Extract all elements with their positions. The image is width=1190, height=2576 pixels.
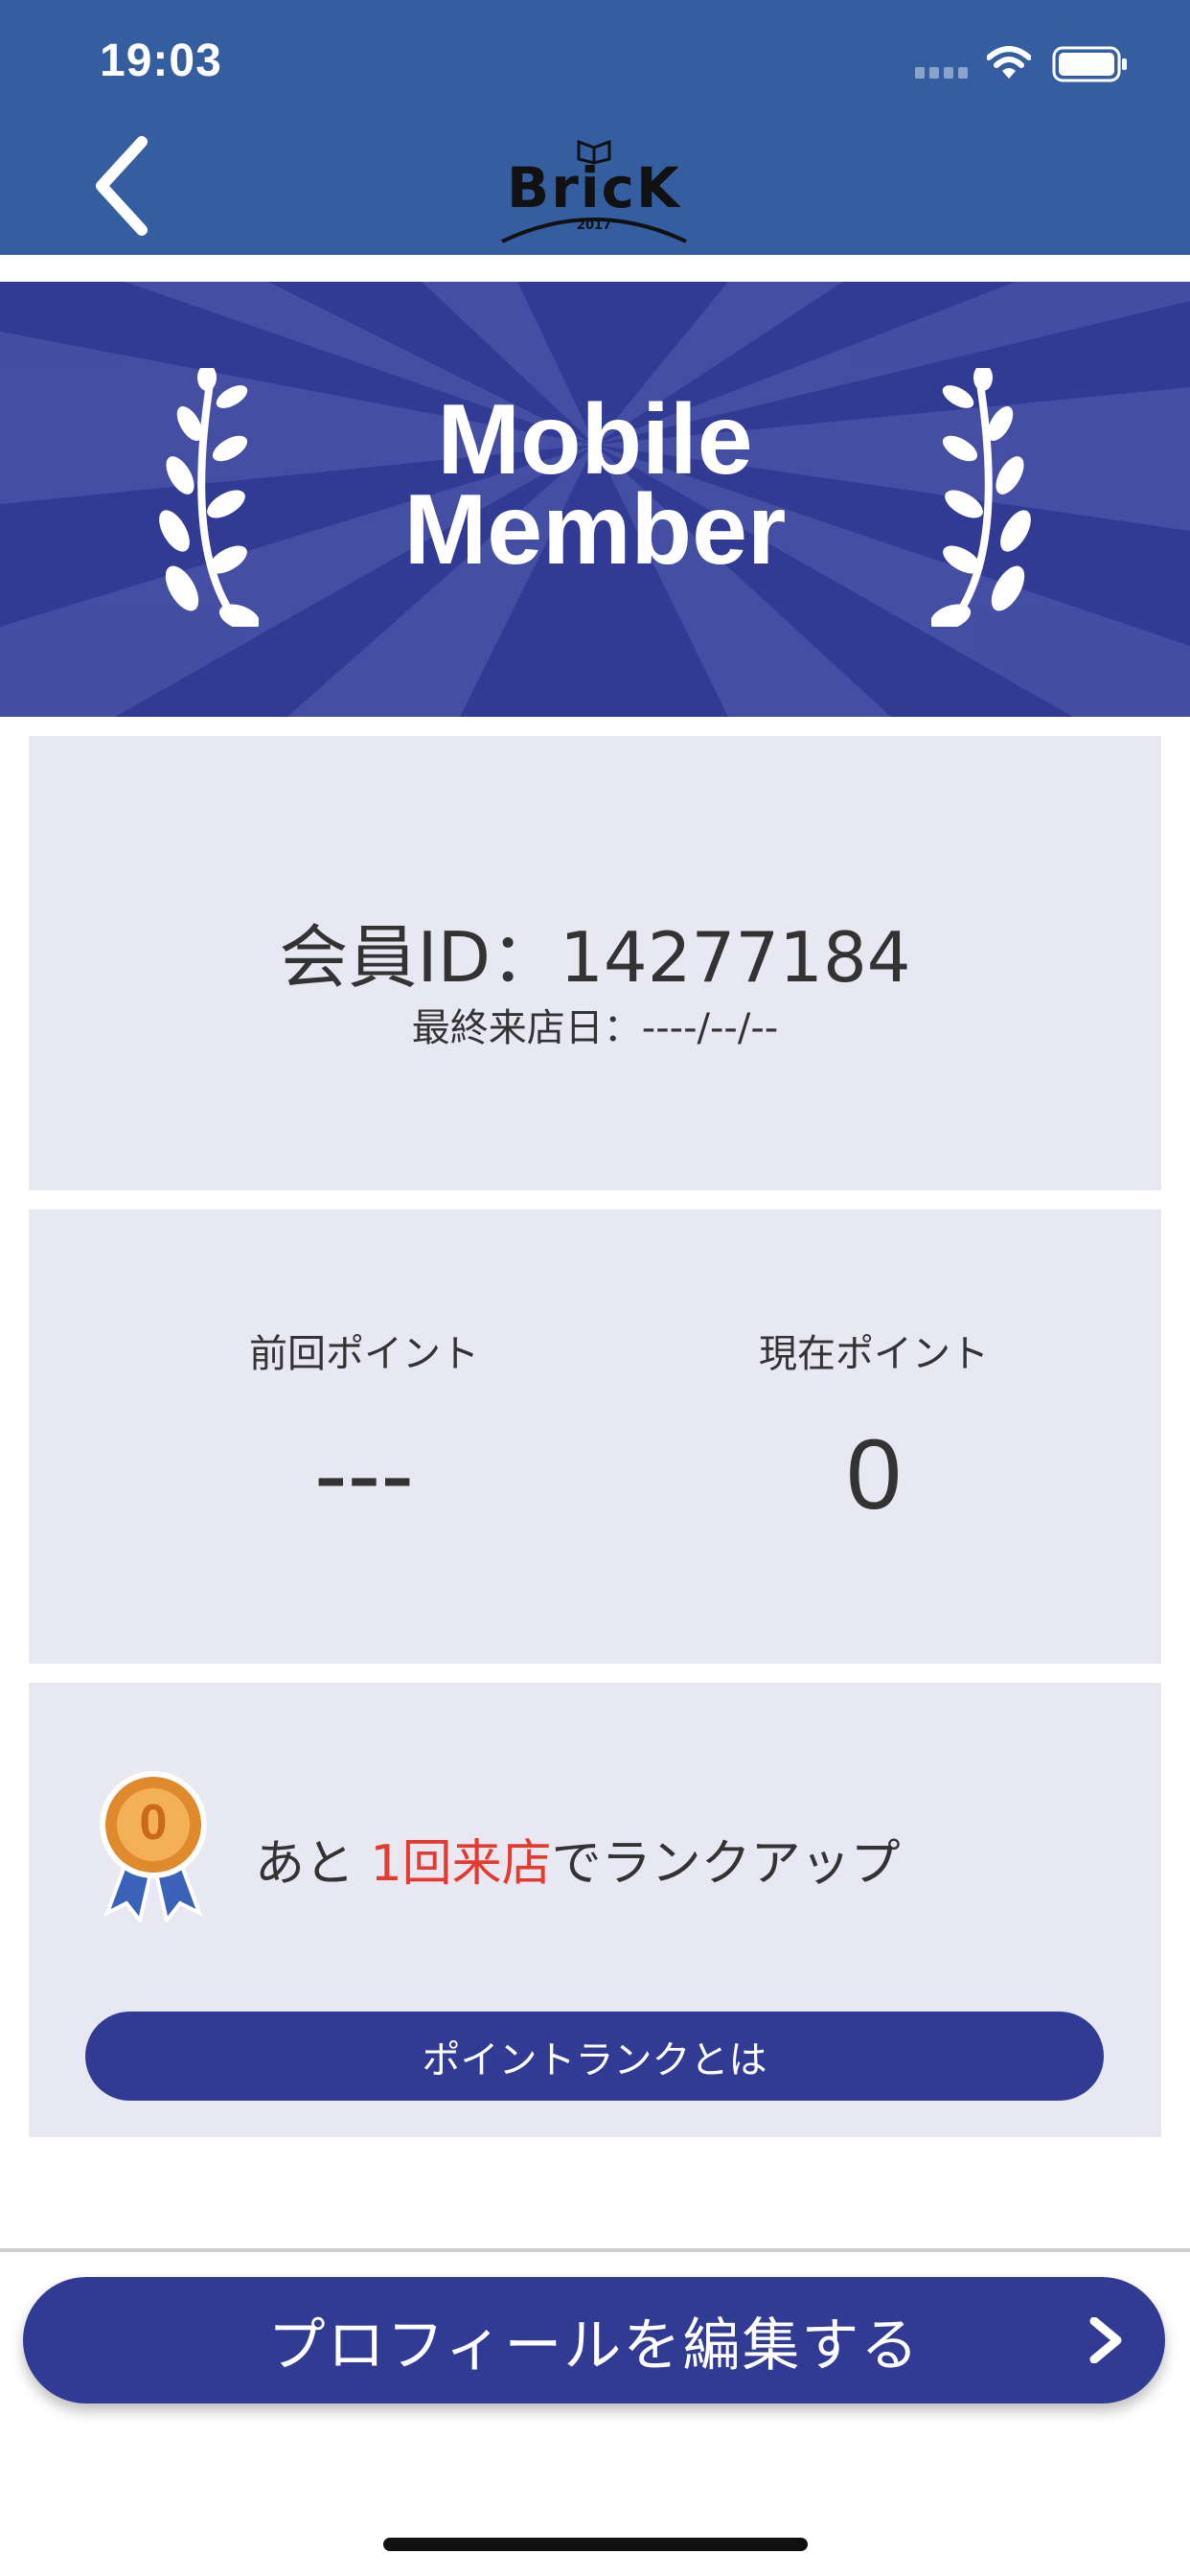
mobile-member-banner: Mobile Member [0, 282, 1190, 717]
current-points-label: 現在ポイント [759, 1332, 989, 1376]
rankup-message: あと 1回来店でランクアップ [255, 1823, 901, 1895]
previous-points-value: --- [314, 1419, 414, 1530]
edit-profile-label: プロフィールを編集する [267, 2312, 921, 2380]
rank-medal-icon: 0 [98, 1769, 209, 1922]
banner-title: Mobile Member [403, 384, 787, 586]
member-id: 会員ID：14277184 [279, 917, 911, 998]
last-visit-date: 最終来店日：----/--/-- [411, 1006, 779, 1050]
current-points-value: 0 [846, 1419, 902, 1530]
edit-profile-button[interactable]: プロフィールを編集する [23, 2277, 1165, 2404]
back-button[interactable] [82, 132, 159, 240]
rankup-suffix: でランクアップ [551, 1835, 901, 1893]
status-bar-time: 19:03 [100, 35, 222, 86]
current-points: 現在ポイント 0 [682, 1322, 1065, 1532]
footer-divider [0, 2248, 1190, 2252]
brick-logo: BricK 2017 [498, 134, 690, 245]
rank-medal-value: 0 [139, 1795, 168, 1851]
cellular-signal-icon [915, 67, 968, 79]
battery-icon [1052, 46, 1127, 82]
wifi-icon [987, 46, 1031, 79]
points-card: 前回ポイント --- 現在ポイント 0 [29, 1209, 1161, 1664]
previous-points: 前回ポイント --- [172, 1322, 556, 1532]
rankup-prefix: あと [255, 1835, 371, 1893]
rank-card: 0 あと 1回来店でランクアップ ポイントランクとは [29, 1683, 1161, 2137]
point-rank-info-button[interactable]: ポイントランクとは [85, 2012, 1104, 2101]
chevron-left-icon [96, 136, 148, 236]
chevron-right-icon [1089, 2317, 1122, 2363]
logo-year: 2017 [576, 218, 612, 233]
previous-points-label: 前回ポイント [249, 1332, 479, 1376]
member-info-card: 会員ID：14277184 最終来店日：----/--/-- [29, 736, 1161, 1190]
logo-wordmark: BricK [506, 155, 682, 220]
home-indicator [383, 2538, 808, 2551]
rankup-visits-remaining: 1回来店 [370, 1835, 552, 1893]
